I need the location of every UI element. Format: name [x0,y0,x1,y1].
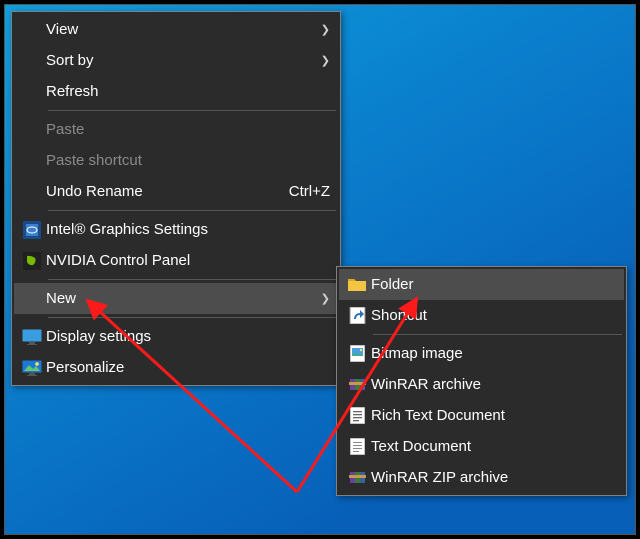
submenu-item-winrar-archive[interactable]: WinRAR archive [339,369,624,400]
menu-item-nvidia-control-panel[interactable]: NVIDIA Control Panel [14,245,338,276]
bitmap-icon [343,345,371,362]
chevron-right-icon: ❯ [321,292,330,305]
submenu-item-shortcut[interactable]: Shortcut [339,300,624,331]
submenu-item-label: Shortcut [371,307,616,324]
submenu-item-bitmap-image[interactable]: Bitmap image [339,338,624,369]
submenu-new: Folder Shortcut Bitmap image WinRAR arch… [336,266,627,496]
menu-item-personalize[interactable]: Personalize [14,352,338,383]
submenu-item-label: WinRAR archive [371,376,616,393]
submenu-item-folder[interactable]: Folder [339,269,624,300]
submenu-item-text-document[interactable]: Text Document [339,431,624,462]
menu-item-label: New [46,290,313,307]
menu-item-label: Personalize [46,359,330,376]
menu-item-label: Refresh [46,83,330,100]
menu-item-paste: Paste [14,114,338,145]
winrar-icon [343,377,371,392]
menu-separator [48,110,336,111]
text-document-icon [343,438,371,455]
submenu-item-label: Text Document [371,438,616,455]
personalize-icon [18,360,46,376]
menu-separator [373,334,622,335]
menu-item-label: Sort by [46,52,313,69]
menu-item-label: Undo Rename [46,183,277,200]
submenu-item-label: Rich Text Document [371,407,616,424]
submenu-item-winrar-zip-archive[interactable]: WinRAR ZIP archive [339,462,624,493]
menu-item-label: NVIDIA Control Panel [46,252,330,269]
menu-item-display-settings[interactable]: Display settings [14,321,338,352]
chevron-right-icon: ❯ [321,54,330,67]
submenu-item-label: Bitmap image [371,345,616,362]
menu-item-label: Paste [46,121,330,138]
rtf-icon [343,407,371,424]
submenu-item-label: WinRAR ZIP archive [371,469,616,486]
menu-separator [48,279,336,280]
menu-item-label: Intel® Graphics Settings [46,221,330,238]
folder-icon [343,277,371,292]
menu-item-undo-rename[interactable]: Undo Rename Ctrl+Z [14,176,338,207]
menu-item-view[interactable]: View ❯ [14,14,338,45]
winrar-zip-icon [343,470,371,485]
menu-item-new[interactable]: New ❯ [14,283,338,314]
submenu-item-rich-text-document[interactable]: Rich Text Document [339,400,624,431]
menu-item-intel-graphics[interactable]: Intel® Graphics Settings [14,214,338,245]
menu-item-shortcut: Ctrl+Z [289,183,330,200]
nvidia-icon [18,252,46,270]
menu-item-sort-by[interactable]: Sort by ❯ [14,45,338,76]
chevron-right-icon: ❯ [321,23,330,36]
submenu-item-label: Folder [371,276,616,293]
desktop-background: View ❯ Sort by ❯ Refresh Paste Paste sho… [4,4,636,535]
menu-item-paste-shortcut: Paste shortcut [14,145,338,176]
menu-separator [48,210,336,211]
menu-item-refresh[interactable]: Refresh [14,76,338,107]
context-menu: View ❯ Sort by ❯ Refresh Paste Paste sho… [11,11,341,386]
menu-item-label: Paste shortcut [46,152,330,169]
menu-item-label: View [46,21,313,38]
shortcut-icon [343,307,371,324]
display-settings-icon [18,329,46,345]
menu-item-label: Display settings [46,328,330,345]
intel-icon [18,221,46,239]
menu-separator [48,317,336,318]
